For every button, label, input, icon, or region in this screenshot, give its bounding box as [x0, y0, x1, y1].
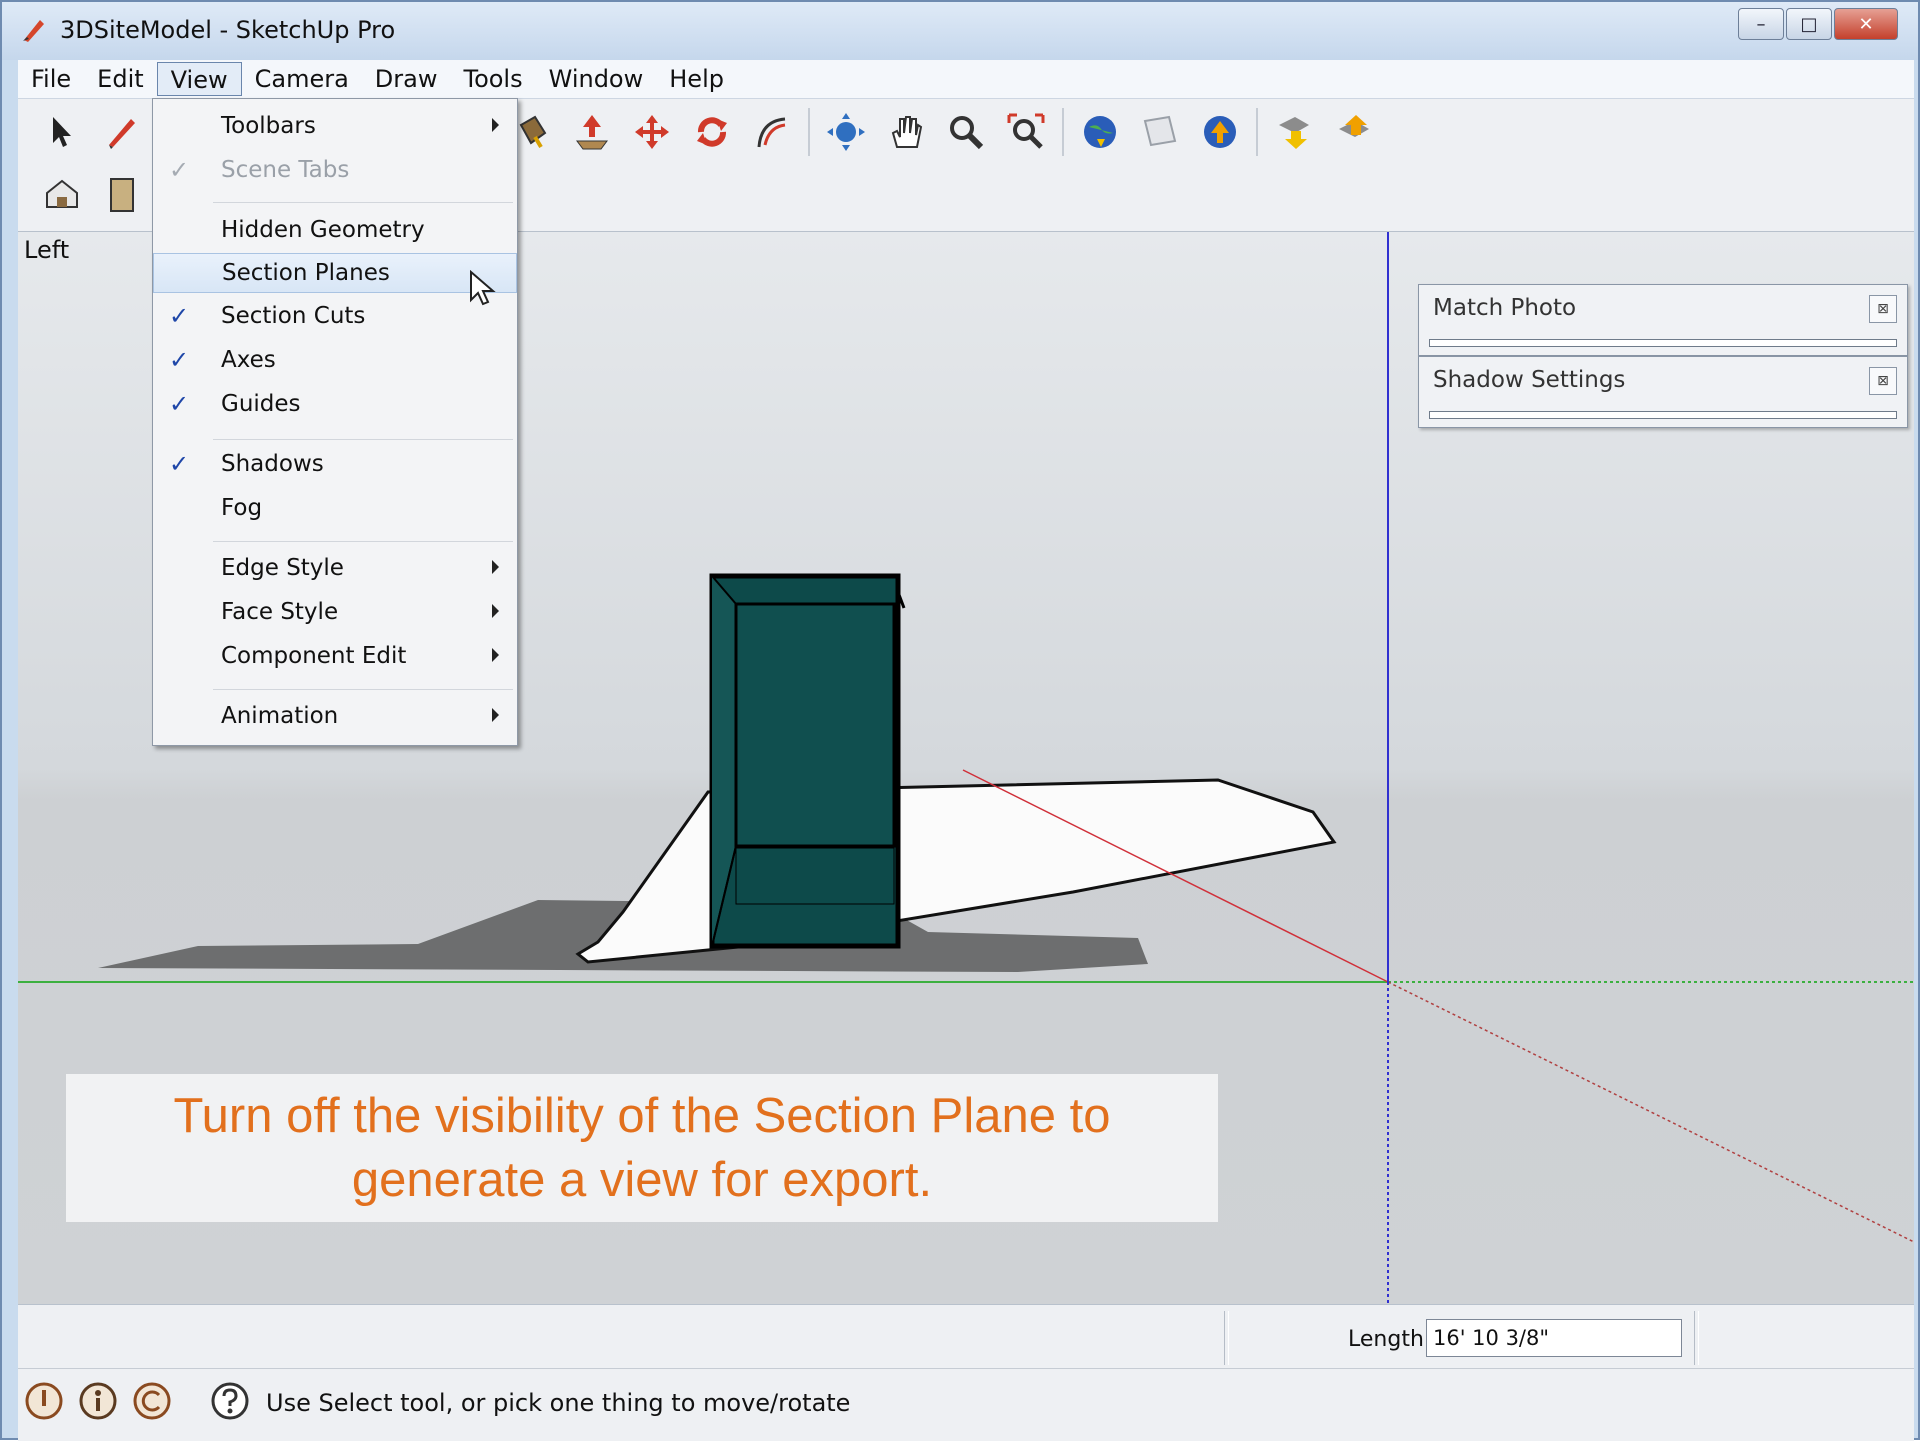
menu-file[interactable]: File — [18, 62, 84, 96]
view-menu-dropdown: Toolbars ✓ Scene Tabs Hidden Geometry Se… — [152, 98, 518, 746]
share-component-icon[interactable] — [1330, 107, 1378, 157]
menu-window[interactable]: Window — [536, 62, 657, 96]
length-label: Length — [1348, 1327, 1424, 1352]
tray-close-icon[interactable]: ⊠ — [1869, 367, 1897, 395]
title-bar: 3DSiteModel - SketchUp Pro – □ ✕ — [2, 2, 1918, 60]
menu-item-guides[interactable]: ✓ Guides — [153, 385, 517, 425]
push-pull-tool-icon[interactable] — [568, 107, 616, 157]
minimize-button[interactable]: – — [1738, 8, 1784, 40]
app-window: 3DSiteModel - SketchUp Pro – □ ✕ File Ed… — [0, 0, 1920, 1441]
help-icon[interactable] — [210, 1381, 250, 1421]
move-tool-icon[interactable] — [628, 107, 676, 157]
match-photo-tray[interactable]: Match Photo ⊠ — [1418, 284, 1908, 356]
menu-item-section-cuts[interactable]: ✓ Section Cuts — [153, 297, 517, 337]
menu-item-animation[interactable]: Animation — [153, 697, 517, 737]
main-toolbar — [38, 107, 158, 157]
menu-item-axes[interactable]: ✓ Axes — [153, 341, 517, 381]
menu-item-scene-tabs: ✓ Scene Tabs — [169, 156, 350, 184]
submenu-arrow-icon — [492, 604, 499, 618]
copyright-icon[interactable] — [132, 1381, 172, 1421]
tutorial-caption: Turn off the visibility of the Section P… — [66, 1074, 1218, 1222]
tray-resize-bar — [1429, 411, 1897, 419]
checkmark-icon: ✓ — [169, 156, 190, 184]
menu-tools[interactable]: Tools — [450, 62, 535, 96]
maximize-button[interactable]: □ — [1786, 8, 1832, 40]
menu-camera[interactable]: Camera — [242, 62, 362, 96]
edit-toolbar — [508, 107, 1390, 157]
status-text: Use Select tool, or pick one thing to mo… — [266, 1389, 851, 1417]
menu-bar: File Edit View Camera Draw Tools Window … — [18, 60, 1914, 99]
orbit-tool-icon[interactable] — [822, 107, 870, 157]
views-toolbar — [38, 169, 158, 219]
menu-item-face-style[interactable]: Face Style — [153, 593, 517, 633]
measurements-bar: Length — [18, 1304, 1914, 1369]
iso-view-icon[interactable] — [38, 169, 86, 219]
follow-me-tool-icon[interactable] — [748, 107, 796, 157]
menu-item-fog[interactable]: Fog — [153, 489, 517, 529]
tray-close-icon[interactable]: ⊠ — [1869, 295, 1897, 323]
caption-line-1: Turn off the visibility of the Section P… — [173, 1089, 1111, 1143]
menu-item-shadows[interactable]: ✓ Shadows — [153, 445, 517, 485]
select-tool-icon[interactable] — [38, 107, 86, 157]
view-label: Left — [24, 236, 70, 264]
menu-draw[interactable]: Draw — [362, 62, 451, 96]
window-title: 3DSiteModel - SketchUp Pro — [60, 16, 396, 44]
menu-item-hidden-geometry[interactable]: Hidden Geometry — [153, 211, 517, 251]
share-model-icon[interactable] — [1136, 107, 1184, 157]
length-input[interactable] — [1426, 1319, 1682, 1357]
credits-icon[interactable] — [78, 1381, 118, 1421]
checkmark-icon: ✓ — [169, 450, 190, 478]
sketchup-app-icon — [23, 20, 44, 42]
rotate-tool-icon[interactable] — [688, 107, 736, 157]
get-models-icon[interactable] — [1270, 107, 1318, 157]
menu-item-section-planes[interactable]: Section Planes — [153, 253, 517, 293]
close-button[interactable]: ✕ — [1834, 8, 1898, 40]
status-bar: Use Select tool, or pick one thing to mo… — [18, 1368, 1914, 1441]
google-earth-globe-icon[interactable] — [1076, 107, 1124, 157]
pencil-tool-icon[interactable] — [98, 107, 146, 157]
submenu-arrow-icon — [492, 560, 499, 574]
menu-item-edge-style[interactable]: Edge Style — [153, 549, 517, 589]
submenu-arrow-icon — [492, 118, 499, 132]
zoom-tool-icon[interactable] — [942, 107, 990, 157]
submenu-arrow-icon — [492, 708, 499, 722]
menu-view[interactable]: View — [156, 62, 242, 96]
checkmark-icon: ✓ — [169, 390, 190, 418]
menu-edit[interactable]: Edit — [84, 62, 156, 96]
tray-title: Match Photo — [1433, 295, 1577, 321]
menu-item-component-edit[interactable]: Component Edit — [153, 637, 517, 677]
front-view-icon[interactable] — [98, 169, 146, 219]
checkmark-icon: ✓ — [169, 346, 190, 374]
checkmark-icon: ✓ — [169, 302, 190, 330]
submenu-arrow-icon — [492, 648, 499, 662]
shadow-settings-tray[interactable]: Shadow Settings ⊠ — [1418, 356, 1908, 428]
get-current-view-icon[interactable] — [1196, 107, 1244, 157]
caption-line-2: generate a view for export. — [351, 1153, 933, 1207]
tray-title: Shadow Settings — [1433, 367, 1626, 393]
menu-help[interactable]: Help — [656, 62, 737, 96]
pan-tool-icon[interactable] — [882, 107, 930, 157]
zoom-extents-tool-icon[interactable] — [1002, 107, 1050, 157]
building-model[interactable] — [709, 573, 906, 949]
geo-location-icon[interactable] — [24, 1381, 64, 1421]
mouse-cursor-icon — [470, 270, 496, 306]
menu-item-toolbars[interactable]: Toolbars — [153, 107, 517, 147]
tray-resize-bar — [1429, 339, 1897, 347]
